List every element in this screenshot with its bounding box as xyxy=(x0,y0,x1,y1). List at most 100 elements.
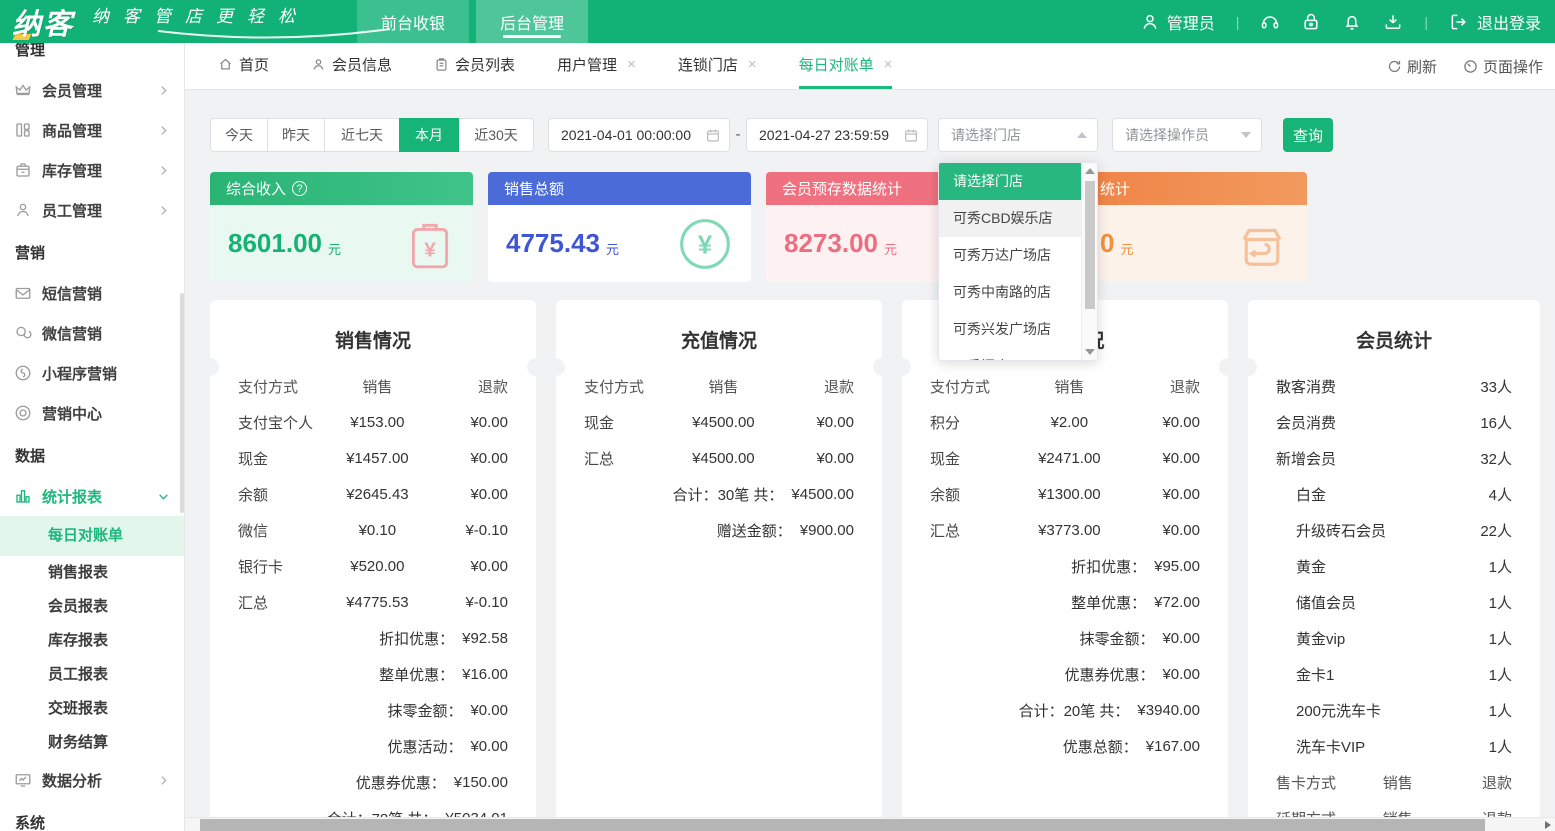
card-unit: 元 xyxy=(328,239,341,258)
filter-row: 今天 昨天 近七天 本月 近30天 2021-04-01 00:00:00 - … xyxy=(210,118,1540,152)
summary-label: 抹零金额： xyxy=(387,700,462,721)
sidebar-scrollbar[interactable] xyxy=(180,293,184,513)
stat-label: 会员消费 xyxy=(1276,412,1336,433)
sidebar-item-finance-settlement[interactable]: 财务结算 xyxy=(0,726,184,760)
scroll-right-icon[interactable] xyxy=(1545,821,1551,829)
sidebar-item-inventory-report[interactable]: 库存报表 xyxy=(0,624,184,658)
quick-last30days-button[interactable]: 近30天 xyxy=(458,118,534,152)
envelope-icon xyxy=(14,284,32,302)
calendar-icon xyxy=(705,127,721,143)
lock-icon[interactable] xyxy=(1301,12,1321,32)
tab-home[interactable]: 首页 xyxy=(218,43,269,89)
page-operations-button[interactable]: 页面操作 xyxy=(1463,56,1543,77)
refund-amount: ¥0.00 xyxy=(421,486,508,503)
sidebar-item-sms-marketing[interactable]: 短信营销 xyxy=(0,273,184,313)
summary-value: ¥0.00 xyxy=(470,738,508,755)
stat-label: 新增会员 xyxy=(1276,448,1336,469)
sidebar-section-system: 系统 xyxy=(0,800,184,831)
col-refund: 退款 xyxy=(1436,772,1512,793)
sidebar-item-staff-management[interactable]: 员工管理 xyxy=(0,190,184,230)
bell-icon[interactable] xyxy=(1342,12,1362,32)
refund-amount: ¥-0.10 xyxy=(421,522,508,539)
card-title: 综合收入 xyxy=(226,178,286,199)
sidebar-item-marketing-center[interactable]: 营销中心 xyxy=(0,393,184,433)
summary-value: ¥16.00 xyxy=(462,666,508,683)
table-header: 支付方式 销售 退款 xyxy=(556,368,882,404)
horizontal-scrollbar[interactable] xyxy=(185,817,1555,831)
dropdown-scrollbar[interactable] xyxy=(1081,163,1097,360)
scrollbar-thumb[interactable] xyxy=(1085,181,1095,309)
search-button[interactable]: 查询 xyxy=(1283,118,1333,152)
sidebar-item-data-analysis[interactable]: 数据分析 xyxy=(0,760,184,800)
tab-chain-stores[interactable]: 连锁门店 × xyxy=(678,43,757,89)
refresh-button[interactable]: 刷新 xyxy=(1387,56,1437,77)
sidebar-item-sales-report[interactable]: 销售报表 xyxy=(0,556,184,590)
pay-method: 余额 xyxy=(238,484,334,505)
stat-value: 1人 xyxy=(1489,556,1512,577)
refund-amount: ¥0.00 xyxy=(421,414,508,431)
tab-member-list[interactable]: 会员列表 xyxy=(434,43,515,89)
divider: | xyxy=(1236,14,1240,30)
summary-label: 整单优惠： xyxy=(379,664,454,685)
quick-thismonth-button[interactable]: 本月 xyxy=(399,118,459,152)
quick-today-button[interactable]: 今天 xyxy=(210,118,268,152)
dropdown-option-store[interactable]: 可秀CBD娱乐店 xyxy=(939,200,1081,237)
svg-text:¥: ¥ xyxy=(424,238,436,261)
panels-row: 销售情况 支付方式 销售 退款 支付宝个人 ¥153.00 ¥0.00 现金 ¥… xyxy=(210,300,1540,831)
scroll-down-icon[interactable] xyxy=(1085,349,1095,355)
notch xyxy=(1239,358,1257,376)
operator-select[interactable]: 请选择操作员 xyxy=(1112,118,1262,152)
sidebar-item-member-management[interactable]: 会员管理 xyxy=(0,70,184,110)
sales-amount: ¥1300.00 xyxy=(1026,486,1113,503)
tab-user-management[interactable]: 用户管理 × xyxy=(557,43,636,89)
tab-daily-reconciliation[interactable]: 每日对账单 × xyxy=(799,43,893,89)
user-icon xyxy=(1140,12,1160,32)
quick-last7days-button[interactable]: 近七天 xyxy=(324,118,400,152)
dropdown-option-store[interactable]: 可秀门店 xyxy=(939,348,1081,361)
pay-method: 现金 xyxy=(930,448,1026,469)
sidebar-item-staff-report[interactable]: 员工报表 xyxy=(0,658,184,692)
nav-front-cashier[interactable]: 前台收银 xyxy=(357,0,469,43)
pay-method: 现金 xyxy=(584,412,680,433)
date-from-input[interactable]: 2021-04-01 00:00:00 xyxy=(548,118,730,152)
summary-value: ¥92.58 xyxy=(462,630,508,647)
sidebar-item-inventory-management[interactable]: 库存管理 xyxy=(0,150,184,190)
sidebar-item-statistics-reports[interactable]: 统计报表 xyxy=(0,476,184,516)
table-row: 汇总 ¥4500.00 ¥0.00 xyxy=(556,440,882,476)
stat-label: 储值会员 xyxy=(1296,592,1356,613)
box-undo-icon xyxy=(1235,217,1289,271)
logout-label: 退出登录 xyxy=(1477,10,1541,34)
sidebar-item-member-report[interactable]: 会员报表 xyxy=(0,590,184,624)
headset-icon[interactable] xyxy=(1260,12,1280,32)
sidebar-item-goods-management[interactable]: 商品管理 xyxy=(0,110,184,150)
list-item: 散客消费 33人 xyxy=(1248,368,1540,404)
date-to-input[interactable]: 2021-04-27 23:59:59 xyxy=(746,118,928,152)
crown-icon xyxy=(14,81,32,99)
refund-amount: ¥0.00 xyxy=(421,450,508,467)
scrollbar-thumb[interactable] xyxy=(200,819,1485,831)
close-icon[interactable]: × xyxy=(748,56,757,73)
sidebar-item-daily-reconciliation[interactable]: 每日对账单 xyxy=(0,516,184,556)
user-menu[interactable]: 管理员 xyxy=(1140,10,1215,34)
close-icon[interactable]: × xyxy=(884,56,893,73)
nav-back-admin[interactable]: 后台管理 xyxy=(476,0,588,43)
dropdown-option-store[interactable]: 可秀兴发广场店 xyxy=(939,311,1081,348)
close-icon[interactable]: × xyxy=(627,56,636,73)
dropdown-option-placeholder[interactable]: 请选择门店 xyxy=(939,163,1081,200)
logout-button[interactable]: 退出登录 xyxy=(1449,10,1541,34)
sidebar-item-label: 微信营销 xyxy=(42,323,102,344)
chevron-up-icon xyxy=(1077,132,1087,138)
scroll-up-icon[interactable] xyxy=(1085,168,1095,174)
sidebar-item-miniprogram-marketing[interactable]: 小程序营销 xyxy=(0,353,184,393)
quick-yesterday-button[interactable]: 昨天 xyxy=(267,118,325,152)
dropdown-option-store[interactable]: 可秀万达广场店 xyxy=(939,237,1081,274)
sidebar-item-shift-report[interactable]: 交班报表 xyxy=(0,692,184,726)
dropdown-option-store[interactable]: 可秀中南路的店 xyxy=(939,274,1081,311)
store-select[interactable]: 请选择门店 xyxy=(938,118,1098,152)
help-icon[interactable]: ? xyxy=(292,181,307,196)
sidebar-item-wechat-marketing[interactable]: 微信营销 xyxy=(0,313,184,353)
tab-member-info[interactable]: 会员信息 xyxy=(311,43,392,89)
card-total-income: 综合收入 ? 8601.00 元 ¥ xyxy=(210,172,473,282)
summary-label: 折扣优惠： xyxy=(1071,556,1146,577)
download-icon[interactable] xyxy=(1383,12,1403,32)
